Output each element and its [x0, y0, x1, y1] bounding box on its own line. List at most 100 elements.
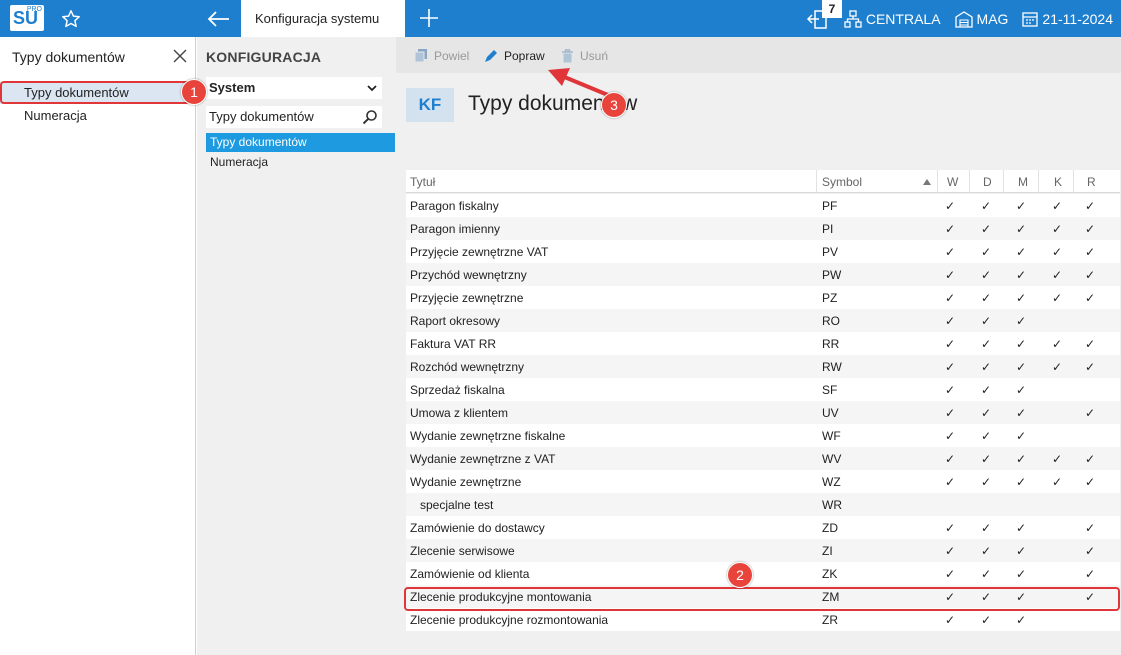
- table-row[interactable]: Sprzedaż fiskalna SF ✓ ✓ ✓: [406, 378, 1120, 401]
- config-section-value: System: [209, 80, 256, 95]
- table-row[interactable]: Wydanie zewnętrzne z VAT WV ✓ ✓ ✓ ✓ ✓: [406, 447, 1120, 470]
- chevron-down-icon: [367, 85, 377, 92]
- row-title: Paragon imienny: [410, 222, 501, 236]
- check-icon-r: ✓: [1084, 199, 1096, 213]
- clear-search-icon[interactable]: [172, 48, 188, 64]
- check-icon-m: ✓: [1015, 544, 1027, 558]
- table-row[interactable]: Rozchód wewnętrzny RW ✓ ✓ ✓ ✓ ✓: [406, 355, 1120, 378]
- warehouse-label: MAG: [976, 10, 1009, 27]
- table-row[interactable]: Faktura VAT RR RR ✓ ✓ ✓ ✓ ✓: [406, 332, 1120, 355]
- column-header-r[interactable]: R: [1087, 175, 1096, 189]
- config-item-typy-dokumentow[interactable]: Typy dokumentów: [206, 133, 395, 152]
- check-icon-k: ✓: [1051, 452, 1063, 466]
- table-row[interactable]: Przyjęcie zewnętrzne PZ ✓ ✓ ✓ ✓ ✓: [406, 286, 1120, 309]
- grid-header: Tytuł Symbol W D M K R: [406, 170, 1120, 193]
- row-symbol: RW: [822, 360, 842, 374]
- table-row[interactable]: Zamówienie od klienta ZK ✓ ✓ ✓ ✓: [406, 562, 1120, 585]
- config-search-input[interactable]: Typy dokumentów: [206, 106, 382, 128]
- table-row[interactable]: Przyjęcie zewnętrzne VAT PV ✓ ✓ ✓ ✓ ✓: [406, 240, 1120, 263]
- branch-selector[interactable]: CENTRALA: [844, 9, 941, 28]
- check-icon-w: ✓: [944, 199, 956, 213]
- copy-label: Powiel: [434, 49, 470, 63]
- edit-button[interactable]: Popraw: [484, 48, 545, 64]
- row-symbol: WR: [822, 498, 842, 512]
- check-icon-m: ✓: [1015, 337, 1027, 351]
- row-title: Faktura VAT RR: [410, 337, 497, 351]
- check-icon-r: ✓: [1084, 567, 1096, 581]
- table-row[interactable]: Zlecenie serwisowe ZI ✓ ✓ ✓ ✓: [406, 539, 1120, 562]
- check-icon-w: ✓: [944, 544, 956, 558]
- warehouse-selector[interactable]: MAG: [954, 10, 1009, 28]
- check-icon-w: ✓: [944, 613, 956, 627]
- table-row[interactable]: Umowa z klientem UV ✓ ✓ ✓ ✓: [406, 401, 1120, 424]
- check-icon-k: ✓: [1051, 199, 1063, 213]
- column-header-m[interactable]: M: [1018, 175, 1028, 189]
- column-header-k[interactable]: K: [1054, 175, 1062, 189]
- back-arrow-icon[interactable]: [205, 8, 231, 30]
- add-tab-icon[interactable]: [418, 7, 440, 29]
- table-row[interactable]: Paragon fiskalny PF ✓ ✓ ✓ ✓ ✓: [406, 194, 1120, 217]
- logout-icon-button[interactable]: [806, 8, 830, 30]
- tab-konfiguracja-systemu[interactable]: Konfiguracja systemu: [241, 0, 405, 37]
- left-item-numeracja[interactable]: Numeracja: [0, 105, 196, 127]
- table-row[interactable]: Zamówienie do dostawcy ZD ✓ ✓ ✓ ✓: [406, 516, 1120, 539]
- date-selector[interactable]: 21-11-2024: [1022, 11, 1113, 27]
- column-header-d[interactable]: D: [983, 175, 992, 189]
- row-title: Przychód wewnętrzny: [410, 268, 527, 282]
- calendar-icon: [1022, 11, 1039, 27]
- row-symbol: ZI: [822, 544, 833, 558]
- check-icon-r: ✓: [1084, 406, 1096, 420]
- row-title: Sprzedaż fiskalna: [410, 383, 505, 397]
- column-divider: [1038, 170, 1039, 193]
- check-icon-d: ✓: [980, 222, 992, 236]
- check-icon-r: ✓: [1084, 337, 1096, 351]
- table-row[interactable]: Zlecenie produkcyjne rozmontowania ZR ✓ ✓ ✓: [406, 608, 1120, 631]
- favorites-star-icon[interactable]: [60, 8, 82, 30]
- menu-search-input[interactable]: Typy dokumentów: [0, 37, 196, 77]
- column-header-w[interactable]: W: [947, 175, 958, 189]
- check-icon-m: ✓: [1015, 406, 1027, 420]
- edit-label: Popraw: [504, 49, 545, 63]
- check-icon-d: ✓: [980, 360, 992, 374]
- table-row[interactable]: specjalne test WR: [406, 493, 1120, 516]
- app-logo[interactable]: SU PRO: [10, 5, 44, 31]
- check-icon-d: ✓: [980, 475, 992, 489]
- table-row[interactable]: Przychód wewnętrzny PW ✓ ✓ ✓ ✓ ✓: [406, 263, 1120, 286]
- check-icon-w: ✓: [944, 360, 956, 374]
- table-row[interactable]: Raport okresowy RO ✓ ✓ ✓: [406, 309, 1120, 332]
- check-icon-r: ✓: [1084, 452, 1096, 466]
- check-icon-r: ✓: [1084, 268, 1096, 282]
- copy-icon: [414, 49, 427, 63]
- config-section-select[interactable]: System: [206, 77, 382, 99]
- check-icon-d: ✓: [980, 268, 992, 282]
- column-header-title[interactable]: Tytuł: [410, 175, 435, 189]
- row-title: Zlecenie serwisowe: [410, 544, 515, 558]
- check-icon-m: ✓: [1015, 314, 1027, 328]
- row-symbol: PW: [822, 268, 842, 282]
- logout-icon: [806, 9, 827, 29]
- check-icon-m: ✓: [1015, 383, 1027, 397]
- branch-label: CENTRALA: [865, 10, 941, 27]
- check-icon-d: ✓: [980, 429, 992, 443]
- annotation-badge-1: 1: [181, 79, 207, 105]
- check-icon-d: ✓: [980, 613, 992, 627]
- table-row[interactable]: Wydanie zewnętrzne WZ ✓ ✓ ✓ ✓ ✓: [406, 470, 1120, 493]
- copy-button[interactable]: Powiel: [414, 48, 469, 64]
- table-row[interactable]: Wydanie zewnętrzne fiskalne WF ✓ ✓ ✓: [406, 424, 1120, 447]
- check-icon-d: ✓: [980, 383, 992, 397]
- sort-ascending-icon[interactable]: [923, 179, 931, 185]
- check-icon-w: ✓: [944, 314, 956, 328]
- column-divider: [1073, 170, 1074, 193]
- search-icon[interactable]: [362, 109, 378, 125]
- row-title: Raport okresowy: [410, 314, 501, 328]
- check-icon-m: ✓: [1015, 521, 1027, 535]
- column-header-symbol[interactable]: Symbol: [822, 175, 862, 189]
- check-icon-w: ✓: [944, 406, 956, 420]
- check-icon-k: ✓: [1051, 245, 1063, 259]
- config-item-numeracja[interactable]: Numeracja: [206, 153, 395, 172]
- table-row[interactable]: Paragon imienny PI ✓ ✓ ✓ ✓ ✓: [406, 217, 1120, 240]
- row-symbol: RR: [822, 337, 840, 351]
- date-label: 21-11-2024: [1042, 10, 1113, 27]
- check-icon-r: ✓: [1084, 245, 1096, 259]
- top-bar: SU PRO Konfiguracja systemu 7 CENTRALA M…: [0, 0, 1121, 37]
